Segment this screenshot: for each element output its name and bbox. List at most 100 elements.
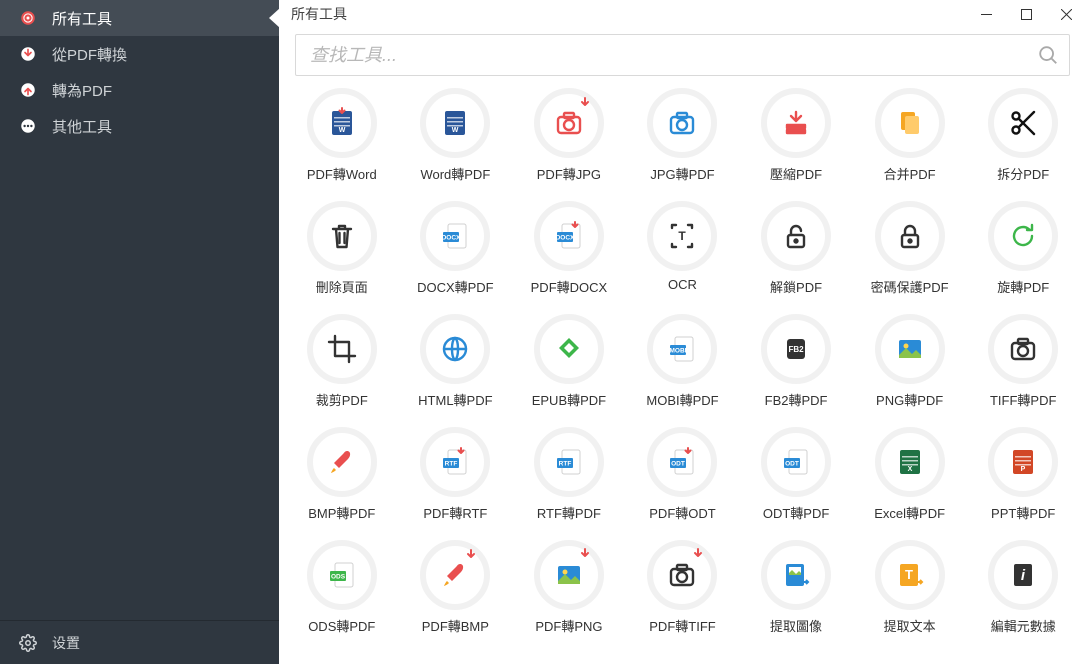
- tool-rotate-pdf[interactable]: 旋轉PDF: [966, 201, 1080, 296]
- window-title: 所有工具: [291, 4, 347, 24]
- tool-lock-pdf[interactable]: 密碼保護PDF: [853, 201, 967, 296]
- gear-icon: [18, 633, 38, 653]
- pdf-to-word-icon: W: [307, 88, 377, 158]
- svg-text:DOCX: DOCX: [556, 235, 575, 242]
- tool-pdf-to-odt[interactable]: ODTPDF轉ODT: [626, 427, 740, 522]
- pdf-to-docx-icon: DOCX: [534, 201, 604, 271]
- tool-png-to-pdf[interactable]: PNG轉PDF: [853, 314, 967, 409]
- excel-to-pdf-icon: X: [875, 427, 945, 497]
- tool-pdf-to-bmp[interactable]: PDF轉BMP: [399, 540, 513, 635]
- tool-split-pdf[interactable]: 拆分PDF: [966, 88, 1080, 183]
- delete-pages-icon: [307, 201, 377, 271]
- tool-label: EPUB轉PDF: [532, 390, 606, 409]
- html-to-pdf-icon: [420, 314, 490, 384]
- svg-text:X: X: [907, 466, 912, 473]
- sidebar-item-from-pdf[interactable]: 從PDF轉換: [0, 36, 279, 72]
- tool-docx-to-pdf[interactable]: DOCXDOCX轉PDF: [399, 201, 513, 296]
- tool-label: PPT轉PDF: [991, 503, 1055, 522]
- tool-label: 編輯元數據: [991, 616, 1056, 635]
- odt-to-pdf-icon: ODT: [761, 427, 831, 497]
- tool-edit-metadata[interactable]: i 編輯元數據: [966, 540, 1080, 635]
- maximize-button[interactable]: [1006, 0, 1046, 28]
- sidebar-item-all-tools[interactable]: 所有工具: [0, 0, 279, 36]
- tool-ods-to-pdf[interactable]: ODS ODS轉PDF: [285, 540, 399, 635]
- to-pdf-icon: [18, 80, 38, 100]
- tool-label: 密碼保護PDF: [871, 277, 949, 296]
- tool-label: PDF轉TIFF: [649, 616, 715, 635]
- ppt-to-pdf-icon: P: [988, 427, 1058, 497]
- close-button[interactable]: [1046, 0, 1086, 28]
- tool-merge-pdf[interactable]: 合并PDF: [853, 88, 967, 183]
- sidebar: 所有工具從PDF轉換轉為PDF其他工具 设置: [0, 0, 279, 664]
- settings-link[interactable]: 设置: [0, 620, 279, 664]
- other-tools-icon: [18, 116, 38, 136]
- tool-bmp-to-pdf[interactable]: BMP轉PDF: [285, 427, 399, 522]
- ocr-icon: T: [647, 201, 717, 271]
- tool-excel-to-pdf[interactable]: X Excel轉PDF: [853, 427, 967, 522]
- tool-label: DOCX轉PDF: [417, 277, 494, 296]
- crop-pdf-icon: [307, 314, 377, 384]
- sidebar-item-to-pdf[interactable]: 轉為PDF: [0, 72, 279, 108]
- bmp-to-pdf-icon: [307, 427, 377, 497]
- tool-epub-to-pdf[interactable]: EPUB轉PDF: [512, 314, 626, 409]
- tool-pdf-to-word[interactable]: W PDF轉Word: [285, 88, 399, 183]
- search-box[interactable]: [295, 34, 1070, 76]
- tool-pdf-to-rtf[interactable]: RTFPDF轉RTF: [399, 427, 513, 522]
- tool-label: PDF轉BMP: [422, 616, 489, 635]
- sidebar-item-label: 所有工具: [52, 8, 112, 29]
- tool-delete-pages[interactable]: 刪除頁面: [285, 201, 399, 296]
- svg-text:W: W: [452, 127, 459, 134]
- tool-unlock-pdf[interactable]: 解鎖PDF: [739, 201, 853, 296]
- tool-jpg-to-pdf[interactable]: JPG轉PDF: [626, 88, 740, 183]
- tool-pdf-to-tiff[interactable]: PDF轉TIFF: [626, 540, 740, 635]
- tool-label: ODS轉PDF: [308, 616, 375, 635]
- tool-label: MOBI轉PDF: [646, 390, 718, 409]
- tool-extract-text[interactable]: T提取文本: [853, 540, 967, 635]
- tool-ppt-to-pdf[interactable]: P PPT轉PDF: [966, 427, 1080, 522]
- pdf-to-png-icon: [534, 540, 604, 610]
- epub-to-pdf-icon: [534, 314, 604, 384]
- tool-label: ODT轉PDF: [763, 503, 829, 522]
- fb2-to-pdf-icon: FB2: [761, 314, 831, 384]
- svg-text:MOBI: MOBI: [670, 348, 687, 355]
- extract-images-icon: [761, 540, 831, 610]
- pdf-to-jpg-icon: [534, 88, 604, 158]
- tool-rtf-to-pdf[interactable]: RTFRTF轉PDF: [512, 427, 626, 522]
- sidebar-item-other-tools[interactable]: 其他工具: [0, 108, 279, 144]
- tool-label: PNG轉PDF: [876, 390, 943, 409]
- tool-pdf-to-docx[interactable]: DOCXPDF轉DOCX: [512, 201, 626, 296]
- minimize-button[interactable]: [966, 0, 1006, 28]
- tool-compress-pdf[interactable]: 壓縮PDF: [739, 88, 853, 183]
- tool-extract-images[interactable]: 提取圖像: [739, 540, 853, 635]
- tool-pdf-to-png[interactable]: PDF轉PNG: [512, 540, 626, 635]
- svg-text:ODT: ODT: [785, 461, 799, 468]
- edit-metadata-icon: i: [988, 540, 1058, 610]
- ods-to-pdf-icon: ODS: [307, 540, 377, 610]
- tiff-to-pdf-icon: [988, 314, 1058, 384]
- tool-label: 提取文本: [884, 616, 936, 635]
- tool-label: 合并PDF: [884, 164, 936, 183]
- tool-pdf-to-jpg[interactable]: PDF轉JPG: [512, 88, 626, 183]
- svg-text:RTF: RTF: [559, 461, 572, 468]
- merge-pdf-icon: [875, 88, 945, 158]
- tool-word-to-pdf[interactable]: WWord轉PDF: [399, 88, 513, 183]
- tool-crop-pdf[interactable]: 裁剪PDF: [285, 314, 399, 409]
- tool-label: PDF轉PNG: [535, 616, 602, 635]
- search-icon: [1037, 44, 1059, 66]
- svg-text:W: W: [338, 127, 345, 134]
- tool-ocr[interactable]: T OCR: [626, 201, 740, 296]
- search-input[interactable]: [296, 35, 1069, 75]
- tool-label: PDF轉Word: [307, 164, 377, 183]
- pdf-to-odt-icon: ODT: [647, 427, 717, 497]
- tool-fb2-to-pdf[interactable]: FB2FB2轉PDF: [739, 314, 853, 409]
- tool-mobi-to-pdf[interactable]: MOBI MOBI轉PDF: [626, 314, 740, 409]
- tool-odt-to-pdf[interactable]: ODT ODT轉PDF: [739, 427, 853, 522]
- tool-label: OCR: [668, 277, 697, 292]
- tool-label: Excel轉PDF: [874, 503, 945, 522]
- mobi-to-pdf-icon: MOBI: [647, 314, 717, 384]
- tool-html-to-pdf[interactable]: HTML轉PDF: [399, 314, 513, 409]
- word-to-pdf-icon: W: [420, 88, 490, 158]
- svg-text:RTF: RTF: [445, 461, 458, 468]
- tool-label: 提取圖像: [770, 616, 822, 635]
- tool-tiff-to-pdf[interactable]: TIFF轉PDF: [966, 314, 1080, 409]
